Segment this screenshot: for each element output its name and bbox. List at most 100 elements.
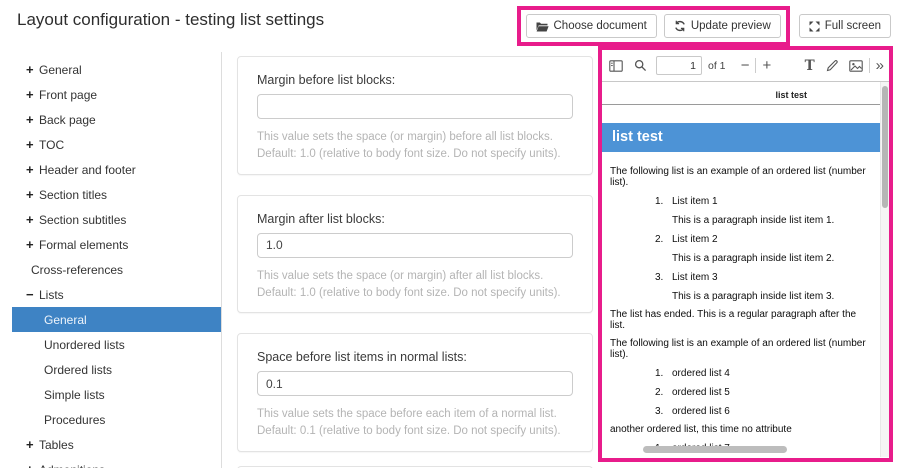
setting-help-text: This value sets the space (or margin) be…	[257, 129, 573, 164]
doc-header-rule	[602, 104, 880, 105]
doc-heading: list test	[602, 123, 880, 152]
sidebar-item-back-page[interactable]: +Back page	[12, 107, 221, 132]
doc-list-number: 3.	[648, 406, 672, 417]
doc-list-item-paragraph: This is a paragraph inside list item 3.	[672, 291, 872, 302]
sidebar-item-general[interactable]: General	[12, 307, 221, 332]
expand-plus-icon[interactable]: +	[26, 137, 39, 152]
expand-plus-icon[interactable]: +	[26, 112, 39, 127]
doc-list-item: 3.ordered list 6	[648, 406, 872, 417]
sidebar-item-ordered-lists[interactable]: Ordered lists	[12, 357, 221, 382]
sidebar-item-general[interactable]: +General	[12, 57, 221, 82]
sidebar-item-section-titles[interactable]: +Section titles	[12, 182, 221, 207]
expand-plus-icon[interactable]: +	[26, 212, 39, 227]
fullscreen-icon	[809, 21, 820, 32]
collapse-minus-icon[interactable]: −	[26, 287, 39, 302]
doc-list-item-text: List item 3	[672, 272, 718, 283]
text-tool-button[interactable]: T	[805, 58, 815, 74]
refresh-icon	[674, 20, 686, 32]
sidebar-toggle-icon[interactable]	[609, 60, 623, 72]
sidebar-item-front-page[interactable]: +Front page	[12, 82, 221, 107]
full-screen-button[interactable]: Full screen	[799, 14, 891, 38]
doc-ordered-list: 1.List item 1 This is a paragraph inside …	[610, 196, 872, 302]
update-preview-button[interactable]: Update preview	[664, 14, 781, 38]
doc-paragraph: The list has ended. This is a regular pa…	[610, 309, 872, 331]
expand-plus-icon[interactable]: +	[26, 237, 39, 252]
horizontal-scrollbar-thumb[interactable]	[643, 446, 787, 453]
sidebar-item-lists[interactable]: −Lists	[12, 282, 221, 307]
sidebar-item-label: General	[44, 313, 87, 327]
doc-list-item-text: ordered list 6	[672, 406, 730, 417]
vertical-scrollbar-thumb[interactable]	[882, 86, 888, 208]
setting-label: Margin before list blocks:	[257, 73, 573, 87]
setting-label: Space before list items in normal lists:	[257, 350, 573, 364]
more-tools-button[interactable]: »	[876, 57, 882, 74]
sidebar-item-label: Simple lists	[44, 388, 105, 402]
doc-list-item-text: List item 1	[672, 196, 718, 207]
preview-panel: of 1 − + T » list test list test The fol…	[598, 46, 893, 462]
page-number-input[interactable]	[656, 56, 702, 75]
doc-list-item: 2.ordered list 5	[648, 387, 872, 398]
setting-label: Margin after list blocks:	[257, 212, 573, 226]
setting-card: Margin after list blocks:This value sets…	[237, 195, 593, 314]
sidebar-item-tables[interactable]: +Tables	[12, 432, 221, 457]
header-actions: Choose document Update preview Full scre…	[517, 6, 892, 46]
doc-list-item: 1.List item 1	[648, 196, 872, 207]
update-preview-label: Update preview	[691, 20, 771, 32]
search-icon[interactable]	[634, 59, 647, 72]
doc-list-number: 1.	[648, 196, 672, 207]
expand-plus-icon[interactable]: +	[26, 162, 39, 177]
doc-list-number: 1.	[648, 368, 672, 379]
sidebar-item-procedures[interactable]: Procedures	[12, 407, 221, 432]
zoom-out-button[interactable]: −	[741, 57, 750, 74]
sidebar-item-cross-references[interactable]: Cross-references	[12, 257, 221, 282]
expand-plus-icon[interactable]: +	[26, 87, 39, 102]
pencil-tool-icon[interactable]	[826, 59, 839, 72]
doc-paragraph: another ordered list, this time no attri…	[610, 424, 872, 435]
settings-sidebar: +General+Front page+Back page+TOC+Header…	[0, 52, 222, 468]
doc-paragraph: The following list is an example of an o…	[610, 166, 872, 188]
sidebar-item-label: Tables	[39, 438, 74, 452]
toolbar-divider	[869, 58, 870, 73]
pdf-page: list test list test The following list i…	[602, 82, 889, 457]
sidebar-item-formal-elements[interactable]: +Formal elements	[12, 232, 221, 257]
sidebar-item-unordered-lists[interactable]: Unordered lists	[12, 332, 221, 357]
expand-plus-icon[interactable]: +	[26, 462, 39, 468]
choose-document-label: Choose document	[554, 20, 647, 32]
image-tool-icon[interactable]	[849, 60, 863, 72]
doc-list-item: 1.ordered list 4	[648, 368, 872, 379]
expand-plus-icon[interactable]: +	[26, 187, 39, 202]
sidebar-item-label: Header and footer	[39, 163, 136, 177]
sidebar-item-label: Lists	[39, 288, 64, 302]
doc-list-item-paragraph: This is a paragraph inside list item 1.	[672, 215, 872, 226]
setting-help-text: This value sets the space before each it…	[257, 406, 573, 441]
setting-input[interactable]	[257, 94, 573, 119]
doc-list-number: 2.	[648, 387, 672, 398]
vertical-scrollbar[interactable]	[880, 82, 889, 457]
doc-list-item-paragraph: This is a paragraph inside list item 2.	[672, 253, 872, 264]
page-count-label: of 1	[708, 60, 726, 72]
doc-body: The following list is an example of an o…	[610, 160, 872, 457]
pdf-toolbar: of 1 − + T »	[602, 50, 889, 82]
doc-list-item: 3.List item 3	[648, 272, 872, 283]
setting-card: Margin before list blocks: This value set…	[237, 56, 593, 175]
doc-running-header: list test	[602, 90, 807, 100]
zoom-in-button[interactable]: +	[762, 57, 771, 74]
full-screen-label: Full screen	[825, 20, 881, 32]
sidebar-tree: +General+Front page+Back page+TOC+Header…	[12, 57, 221, 468]
expand-plus-icon[interactable]: +	[26, 62, 39, 77]
folder-open-icon	[536, 21, 549, 32]
sidebar-item-section-subtitles[interactable]: +Section subtitles	[12, 207, 221, 232]
doc-list-number: 2.	[648, 234, 672, 245]
sidebar-item-label: Formal elements	[39, 238, 128, 252]
sidebar-item-simple-lists[interactable]: Simple lists	[12, 382, 221, 407]
form-column: Margin before list blocks: This value set…	[237, 56, 593, 468]
setting-input[interactable]	[257, 233, 573, 258]
expand-plus-icon[interactable]: +	[26, 437, 39, 452]
annotation-highlight-buttons: Choose document Update preview	[517, 6, 790, 46]
sidebar-item-toc[interactable]: +TOC	[12, 132, 221, 157]
sidebar-item-admonitions[interactable]: +Admonitions	[12, 457, 221, 468]
choose-document-button[interactable]: Choose document	[526, 14, 657, 38]
setting-input[interactable]	[257, 371, 573, 396]
sidebar-item-header-and-footer[interactable]: +Header and footer	[12, 157, 221, 182]
doc-list-item-text: ordered list 5	[672, 387, 730, 398]
